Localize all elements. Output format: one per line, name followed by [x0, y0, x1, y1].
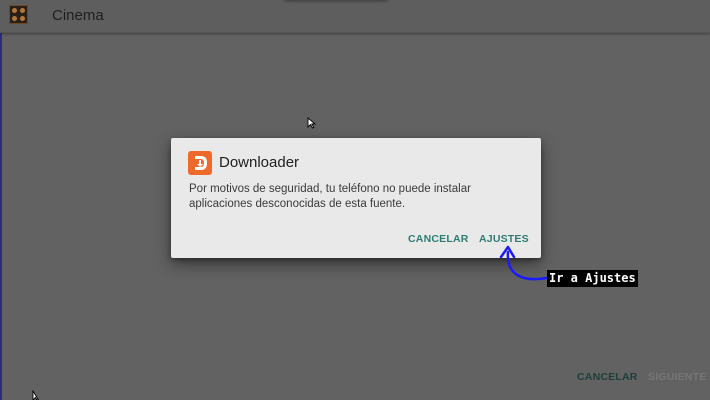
secondary-cursor-icon — [32, 390, 40, 400]
curved-arrow-icon — [499, 245, 549, 281]
annotation-label: Ir a Ajustes — [547, 270, 638, 287]
app-title: Cinema — [52, 7, 104, 24]
downloader-logo-icon — [188, 151, 212, 175]
window-left-edge — [0, 0, 2, 400]
dialog-message: Por motivos de seguridad, tu teléfono no… — [189, 183, 471, 210]
footer-cancel-button[interactable]: CANCELAR — [577, 371, 638, 383]
cinema-logo-icon[interactable] — [9, 5, 28, 24]
install-blocked-dialog: Downloader Por motivos de seguridad, tu … — [171, 138, 541, 258]
mouse-cursor-icon — [307, 117, 316, 129]
dialog-title: Downloader — [219, 154, 300, 171]
footer-next-button[interactable]: SIGUIENTE — [648, 371, 706, 383]
dialog-cancel-button[interactable]: CANCELAR — [408, 233, 469, 245]
app-bar: Cinema — [0, 0, 710, 33]
